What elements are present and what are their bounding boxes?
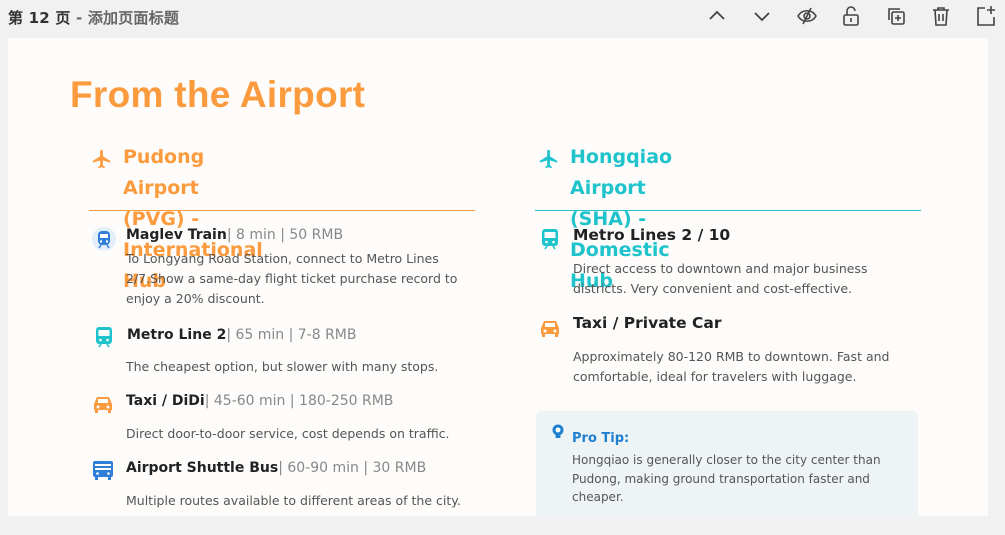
lightbulb-icon <box>552 424 564 438</box>
metro-lines-2-10-title: Metro Lines 2 / 10 <box>573 226 731 244</box>
taxi-icon <box>538 315 562 339</box>
pro-tip-line: cheaper. <box>572 490 624 504</box>
hongqiao-divider <box>535 210 921 211</box>
shuttle-bus-meta: | 60-90 min | 30 RMB <box>278 460 427 476</box>
page-label-separator: - <box>70 9 88 27</box>
taxi-icon <box>91 391 115 415</box>
chevron-up-icon[interactable] <box>706 5 728 27</box>
maglev-description: To Longyang Road Station, connect to Met… <box>126 249 476 309</box>
maglev-desc-line: enjoy a 20% discount. <box>126 291 265 306</box>
lock-icon[interactable] <box>840 5 862 27</box>
metro-icon <box>538 227 562 251</box>
maglev-name: Maglev Train <box>126 227 227 243</box>
metro-line2-title: Metro Line 2| 65 min | 7-8 RMB <box>127 327 357 343</box>
metro-icon <box>92 325 116 349</box>
page-number: 第 12 页 <box>8 9 71 27</box>
taxi-didi-meta: | 45-60 min | 180-250 RMB <box>204 393 394 409</box>
train-icon <box>92 227 116 251</box>
maglev-title: Maglev Train| 8 min | 50 RMB <box>126 227 343 243</box>
shuttle-bus-description: Multiple routes available to different a… <box>126 491 486 511</box>
taxi-didi-desc-line: Direct door-to-door service, cost depend… <box>126 426 450 441</box>
taxi-didi-description: Direct door-to-door service, cost depend… <box>126 424 486 444</box>
bus-icon <box>91 458 115 482</box>
maglev-desc-line: 2/7.Show a same-day flight ticket purcha… <box>126 271 458 286</box>
metro-lines-2-10-desc-line: Direct access to downtown and major busi… <box>573 261 868 276</box>
taxi-private-car-description: Approximately 80-120 RMB to downtown. Fa… <box>573 347 913 387</box>
pro-tip-line: Hongqiao is generally closer to the city… <box>572 453 881 467</box>
airplane-icon <box>539 149 558 169</box>
shuttle-bus-title: Airport Shuttle Bus| 60-90 min | 30 RMB <box>126 460 426 476</box>
trash-icon[interactable] <box>930 5 952 27</box>
pro-tip-text: Hongqiao is generally closer to the city… <box>572 451 892 507</box>
shuttle-bus-name: Airport Shuttle Bus <box>126 460 279 476</box>
chevron-down-icon[interactable] <box>751 5 773 27</box>
maglev-meta: | 8 min | 50 RMB <box>226 227 344 243</box>
pudong-heading-line1: Pudong Airport (PVG) - <box>123 146 205 230</box>
bottom-strip <box>0 516 1005 535</box>
maglev-desc-line: To Longyang Road Station, connect to Met… <box>126 251 439 266</box>
add-page-icon[interactable] <box>975 5 997 27</box>
eye-slash-icon[interactable] <box>796 5 818 27</box>
taxi-didi-title: Taxi / DiDi| 45-60 min | 180-250 RMB <box>126 393 393 409</box>
page-title-placeholder[interactable]: 添加页面标题 <box>88 9 179 27</box>
pro-tip-box: Pro Tip: Hongqiao is generally closer to… <box>536 411 918 516</box>
metro-lines-2-10-description: Direct access to downtown and major busi… <box>573 259 913 299</box>
duplicate-icon[interactable] <box>885 5 907 27</box>
taxi-private-car-desc-line: comfortable, ideal for travelers with lu… <box>573 369 857 384</box>
taxi-private-car-desc-line: Approximately 80-120 RMB to downtown. Fa… <box>573 349 890 364</box>
metro-line2-desc-line: The cheapest option, but slower with man… <box>126 359 439 374</box>
pro-tip-title: Pro Tip: <box>572 431 630 446</box>
slide-title[interactable]: From the Airport <box>70 74 365 116</box>
slide-canvas[interactable]: From the Airport Pudong Airport (PVG) -I… <box>8 38 988 516</box>
taxi-private-car-title: Taxi / Private Car <box>573 314 722 332</box>
metro-line2-description: The cheapest option, but slower with man… <box>126 357 486 377</box>
pro-tip-line: Pudong, making ground transportation fas… <box>572 471 870 486</box>
airplane-icon <box>92 149 111 169</box>
pudong-divider <box>89 210 475 211</box>
metro-line2-name: Metro Line 2 <box>127 327 227 343</box>
shuttle-bus-desc-line: Multiple routes available to different a… <box>126 493 461 508</box>
metro-line2-meta: | 65 min | 7-8 RMB <box>226 327 357 343</box>
page-toolbar: 第 12 页 - 添加页面标题 <box>0 0 1005 34</box>
taxi-didi-name: Taxi / DiDi <box>126 393 205 409</box>
metro-lines-2-10-desc-line: districts. Very convenient and cost-effe… <box>573 281 853 296</box>
page-label: 第 12 页 - 添加页面标题 <box>8 7 179 28</box>
